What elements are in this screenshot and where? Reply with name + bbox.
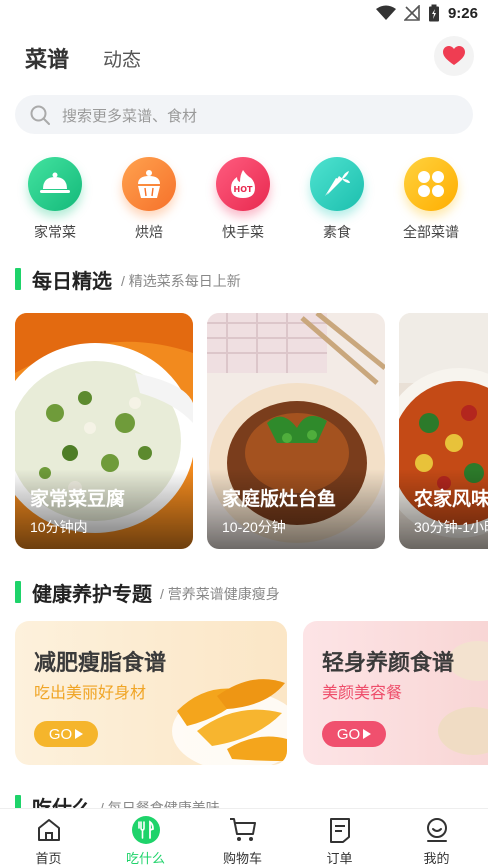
dumpling-image	[438, 641, 488, 755]
section-title: 每日精选	[32, 271, 112, 293]
tab-feed[interactable]: 动态	[103, 45, 141, 72]
category-home-cooking[interactable]: 家常菜	[15, 156, 95, 246]
nav-what-to-eat[interactable]: 吃什么	[97, 809, 194, 867]
section-accent-bar	[15, 268, 21, 290]
tab-recipes[interactable]: 菜谱	[25, 42, 69, 74]
wifi-icon	[375, 5, 396, 20]
category-label: 烘焙	[135, 224, 163, 240]
go-button[interactable]: GO	[34, 721, 98, 747]
category-vegetarian-circle	[310, 157, 364, 211]
no-signal-icon	[403, 5, 420, 21]
utensils-icon	[131, 815, 161, 845]
dish-name: 家常菜豆腐	[30, 489, 126, 510]
topic-title: 减肥瘦脂食谱	[34, 650, 167, 675]
go-button-label: GO	[48, 725, 73, 743]
nav-orders[interactable]: 订单	[291, 809, 388, 867]
play-triangle-icon	[75, 729, 84, 739]
cupcake-icon	[138, 170, 160, 198]
section-subtitle: / 营养菜谱健康瘦身	[160, 586, 280, 602]
status-icons: 9:26	[375, 4, 478, 22]
topic-subtitle: 美颜美容餐	[322, 685, 403, 702]
nav-label: 首页	[35, 851, 62, 866]
category-baking[interactable]: 烘焙	[109, 156, 189, 246]
nav-cart[interactable]: 购物车	[194, 809, 291, 867]
section-title: 健康养护专题	[32, 584, 152, 606]
home-icon	[34, 815, 64, 845]
category-label: 快手菜	[222, 224, 264, 240]
section-daily-header: 每日精选 / 精选菜系每日上新	[15, 265, 485, 295]
order-icon	[325, 815, 355, 845]
battery-icon	[428, 4, 439, 22]
status-bar: 9:26	[0, 0, 488, 28]
profile-icon	[422, 815, 452, 845]
category-quick-circle: HOT	[216, 157, 270, 211]
carrot-icon	[324, 171, 350, 197]
nav-profile[interactable]: 我的	[388, 809, 485, 867]
nav-label: 我的	[423, 851, 450, 866]
grid-icon	[418, 171, 444, 197]
dish-time: 10分钟内	[30, 519, 88, 535]
heart-icon	[443, 46, 465, 65]
category-baking-circle	[122, 157, 176, 211]
cart-icon	[228, 815, 258, 845]
topic-title: 轻身养颜食谱	[322, 650, 455, 675]
topic-subtitle: 吃出美丽好身材	[34, 685, 147, 702]
topic-card-slimming[interactable]: 减肥瘦脂食谱 吃出美丽好身材 GO	[15, 621, 287, 765]
cloche-icon	[40, 172, 70, 193]
section-health-header: 健康养护专题 / 营养菜谱健康瘦身	[15, 578, 485, 608]
bottom-nav: 首页 吃什么 购物车 订单 我的	[0, 808, 488, 867]
search-icon	[30, 105, 50, 125]
go-button-label: GO	[336, 725, 361, 743]
nav-home[interactable]: 首页	[0, 809, 97, 867]
category-all[interactable]: 全部菜谱	[391, 156, 471, 246]
search-placeholder: 搜索更多菜谱、食材	[62, 108, 198, 125]
hot-icon: HOT	[231, 170, 255, 198]
top-nav: 菜谱 动态	[0, 36, 488, 80]
category-vegetarian[interactable]: 素食	[297, 156, 377, 246]
svg-text:HOT: HOT	[234, 185, 253, 194]
dish-time: 10-20分钟	[222, 519, 286, 535]
go-button[interactable]: GO	[322, 721, 386, 747]
dish-time: 30分钟-1小时	[414, 519, 488, 535]
dish-card[interactable]: 家常菜豆腐 10分钟内	[15, 313, 193, 549]
dish-name: 家庭版灶台鱼	[222, 489, 337, 510]
status-time: 9:26	[447, 4, 478, 22]
category-all-circle	[404, 157, 458, 211]
category-label: 全部菜谱	[403, 224, 459, 240]
category-label: 家常菜	[34, 224, 76, 240]
dish-name: 农家风味	[414, 489, 488, 510]
dish-card[interactable]: 农家风味 30分钟-1小时	[399, 313, 488, 549]
section-accent-bar	[15, 581, 21, 603]
nav-label: 吃什么	[125, 851, 165, 866]
category-home-cooking-circle	[28, 157, 82, 211]
mango-image	[172, 679, 287, 765]
search-bar[interactable]: 搜索更多菜谱、食材	[15, 95, 473, 134]
section-subtitle: / 精选菜系每日上新	[121, 273, 241, 289]
category-label: 素食	[323, 224, 351, 240]
dish-card[interactable]: 家庭版灶台鱼 10-20分钟	[207, 313, 385, 549]
nav-label: 订单	[326, 851, 353, 866]
category-quick[interactable]: HOT 快手菜	[203, 156, 283, 246]
favorites-button[interactable]	[434, 36, 474, 76]
nav-label: 购物车	[222, 851, 262, 866]
topic-card-beauty[interactable]: 轻身养颜食谱 美颜美容餐 GO	[303, 621, 488, 765]
play-triangle-icon	[363, 729, 372, 739]
